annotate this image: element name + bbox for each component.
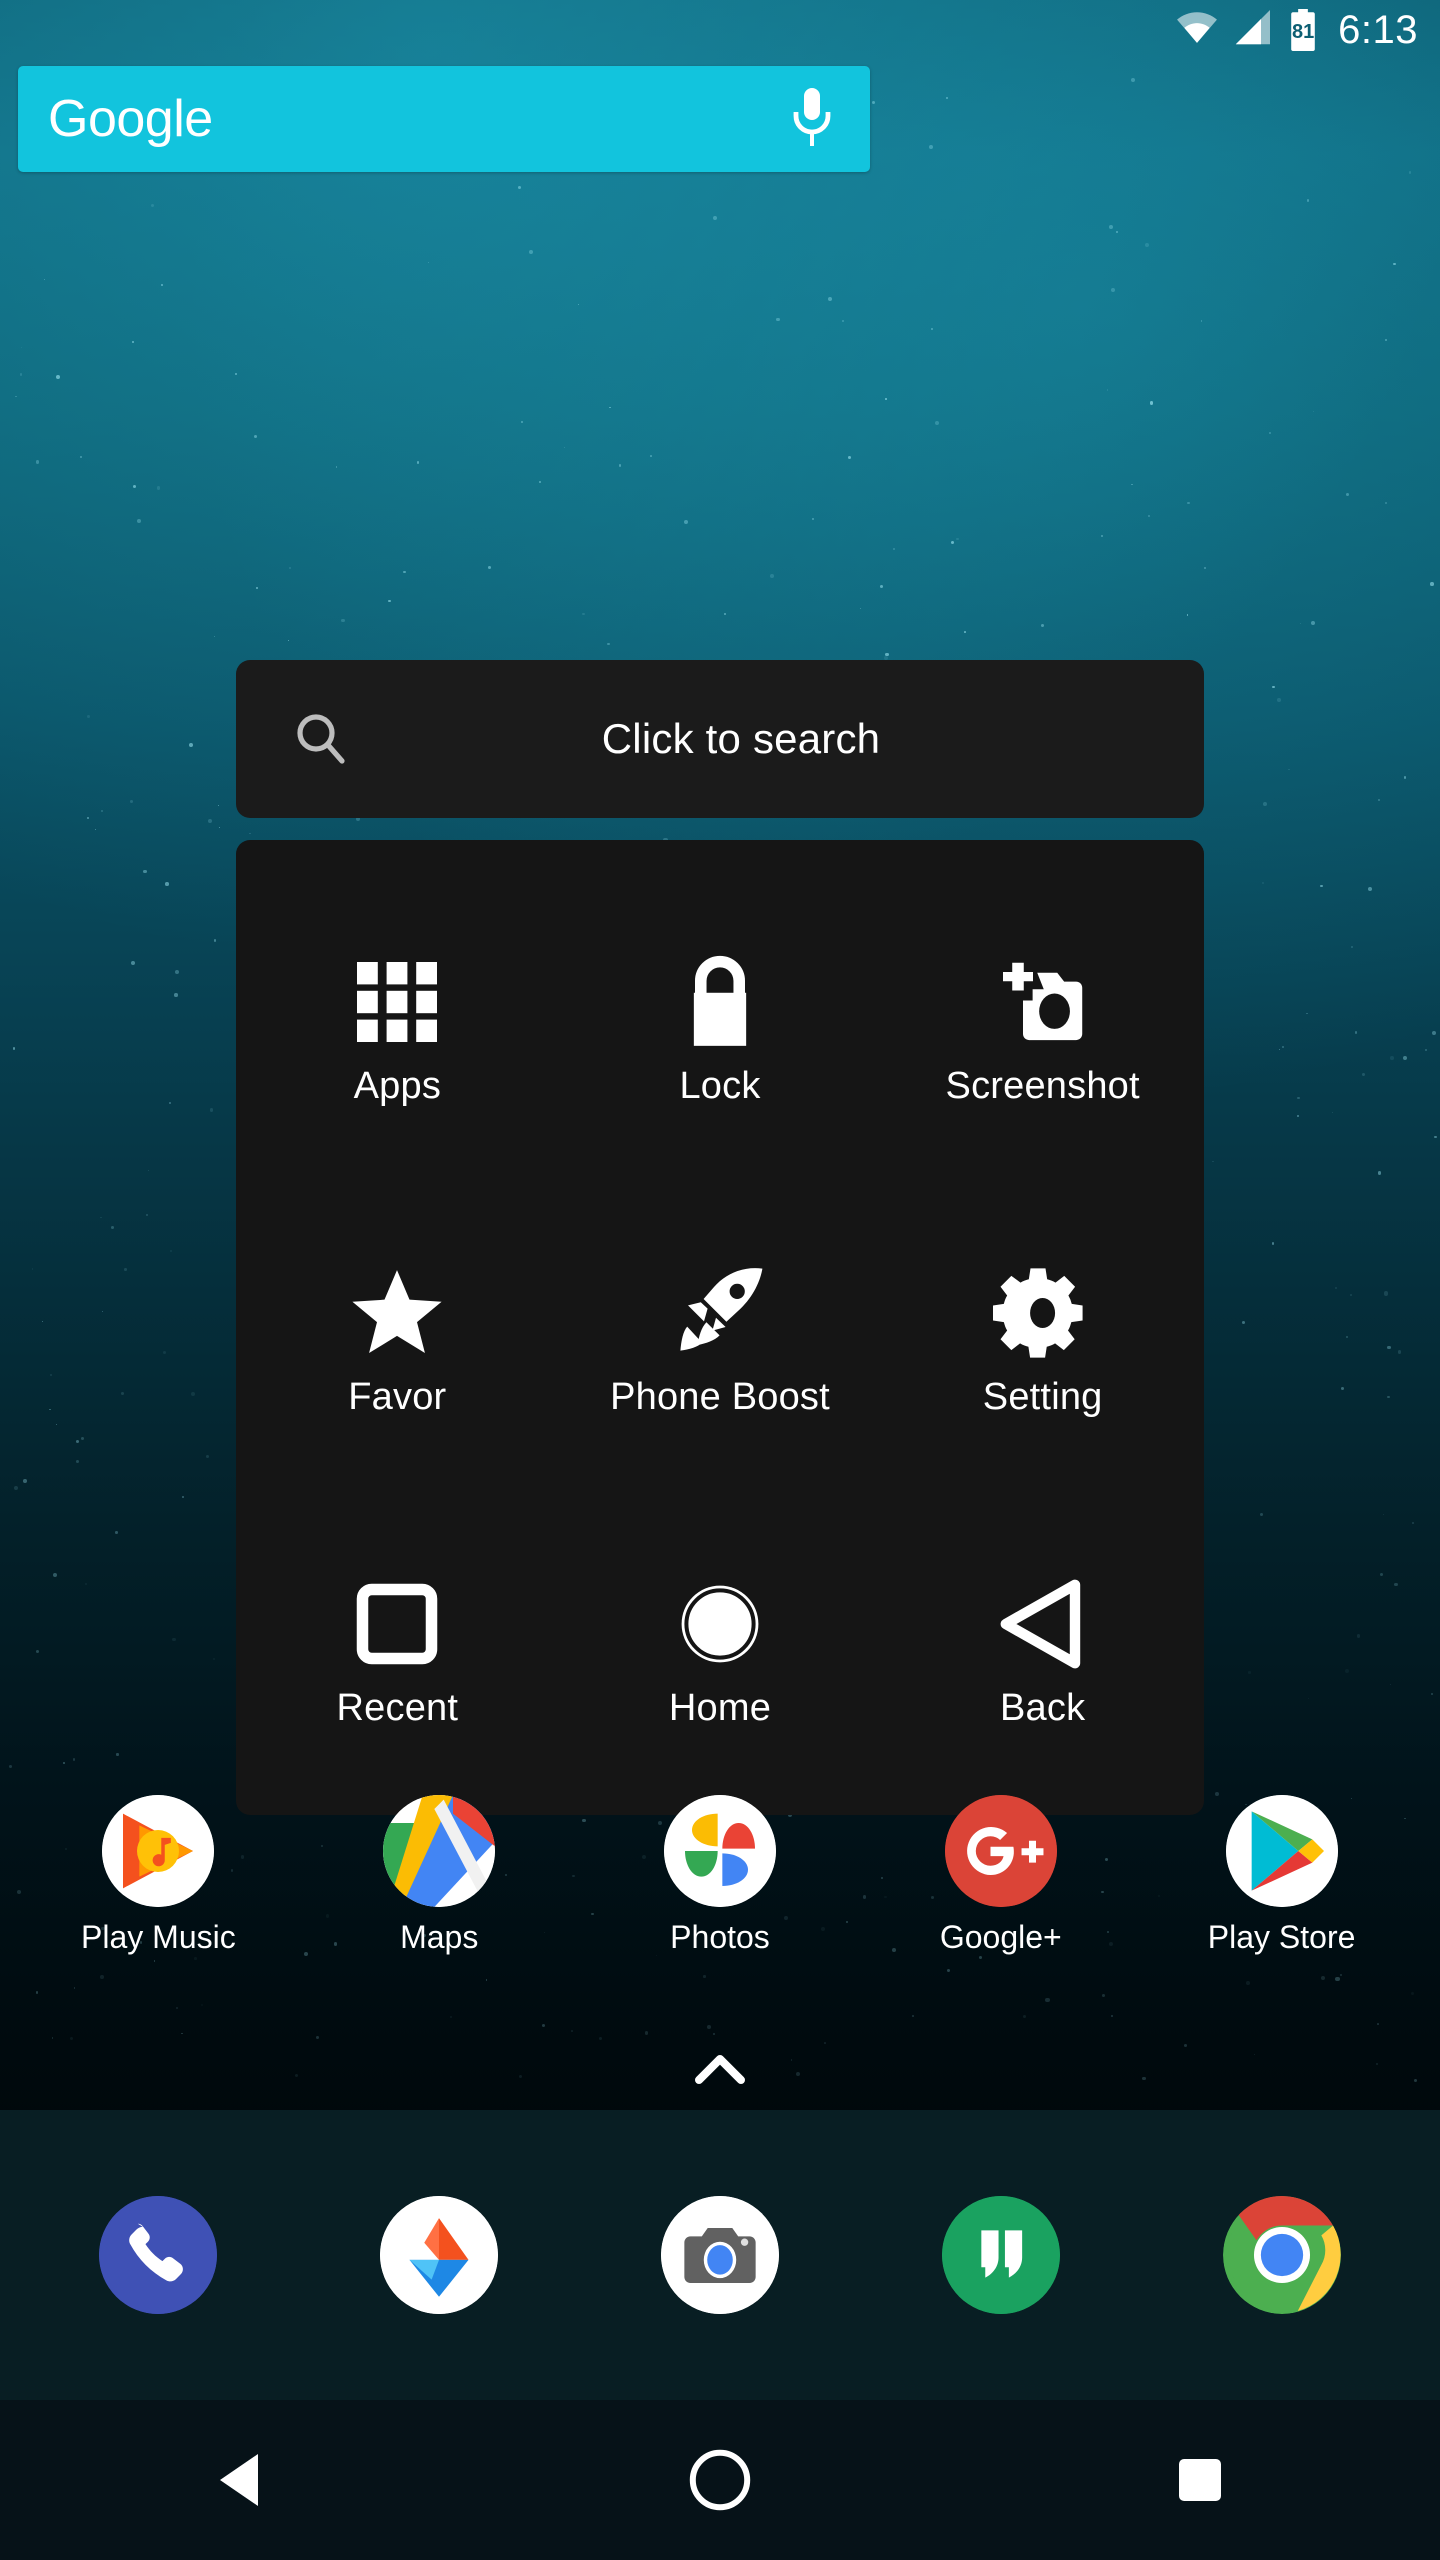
app-label: Play Store — [1207, 1919, 1356, 1955]
star-icon — [347, 1258, 447, 1368]
recents-square-icon[interactable] — [1140, 2420, 1260, 2540]
gear-icon — [992, 1258, 1093, 1368]
google-drive-icon[interactable] — [380, 2196, 499, 2314]
app-maps[interactable]: Maps — [319, 1795, 559, 1953]
square-outline-icon — [351, 1569, 443, 1679]
tile-apps[interactable]: Apps — [236, 870, 559, 1181]
back-triangle-icon[interactable] — [180, 2420, 300, 2540]
google-plus-icon — [944, 1795, 1057, 1907]
tile-recent[interactable]: Recent — [236, 1492, 559, 1803]
app-label: Play Music — [81, 1919, 236, 1955]
play-store-icon — [1225, 1795, 1338, 1907]
system-navigation-bar — [0, 2400, 1440, 2560]
rocket-icon — [668, 1258, 772, 1368]
tile-label: Home — [668, 1686, 772, 1729]
phone-icon[interactable] — [99, 2196, 218, 2314]
overlay-tile-grid: Apps Lock Screenshot Favor Phone Boost S… — [236, 840, 1204, 1815]
hangouts-icon[interactable] — [941, 2196, 1060, 2314]
app-photos[interactable]: Photos — [600, 1795, 840, 1953]
tile-setting[interactable]: Setting — [881, 1181, 1204, 1492]
google-photos-icon — [663, 1795, 776, 1907]
chrome-icon[interactable] — [1222, 2196, 1341, 2314]
tile-favor[interactable]: Favor — [236, 1181, 559, 1492]
tile-label: Apps — [353, 1064, 442, 1107]
app-play-music[interactable]: Play Music — [38, 1795, 278, 1953]
overlay-search-bar[interactable]: Click to search — [236, 660, 1204, 818]
camera-icon[interactable] — [660, 2196, 779, 2314]
circle-outline-icon — [672, 1569, 768, 1679]
google-search-widget[interactable]: Google — [18, 66, 870, 172]
tile-label: Favor — [348, 1375, 447, 1418]
app-google-plus[interactable]: Google+ — [881, 1795, 1121, 1953]
tile-label: Setting — [982, 1375, 1103, 1418]
tile-label: Lock — [679, 1064, 761, 1107]
tile-phone-boost[interactable]: Phone Boost — [559, 1181, 882, 1492]
dock — [0, 2110, 1440, 2400]
apps-grid-icon — [349, 947, 445, 1057]
cellular-signal-icon — [1232, 9, 1272, 51]
tile-home[interactable]: Home — [559, 1492, 882, 1803]
app-label: Maps — [400, 1919, 479, 1955]
google-wordmark: Google — [48, 90, 213, 148]
chevron-up-icon[interactable] — [693, 2052, 747, 2091]
tile-label: Back — [1000, 1686, 1086, 1729]
app-play-store[interactable]: Play Store — [1162, 1795, 1402, 1953]
status-bar-clock: 6:13 — [1338, 8, 1418, 52]
battery-percent-label: 81 — [1292, 21, 1315, 43]
play-music-icon — [102, 1795, 215, 1907]
tile-label: Recent — [336, 1686, 459, 1729]
status-bar: 81 6:13 — [0, 0, 1440, 60]
app-label: Photos — [670, 1919, 770, 1955]
camera-plus-icon — [993, 947, 1093, 1057]
padlock-icon — [672, 947, 768, 1057]
tile-back[interactable]: Back — [881, 1492, 1204, 1803]
tile-lock[interactable]: Lock — [559, 870, 882, 1181]
wifi-icon — [1176, 11, 1218, 49]
tile-label: Screenshot — [945, 1064, 1140, 1107]
home-app-row: Play Music Maps Photos Google+ Play Stor… — [0, 1795, 1440, 1953]
triangle-left-outline-icon — [993, 1569, 1093, 1679]
google-maps-icon — [383, 1795, 496, 1907]
magnifier-icon — [292, 709, 348, 770]
battery-icon: 81 — [1286, 9, 1320, 51]
app-label: Google+ — [939, 1919, 1062, 1955]
microphone-icon[interactable] — [790, 86, 834, 153]
overlay-search-hint: Click to search — [601, 715, 881, 762]
app-drawer-handle[interactable] — [0, 2052, 1440, 2091]
tile-label: Phone Boost — [610, 1375, 830, 1418]
home-circle-icon[interactable] — [660, 2420, 780, 2540]
tile-screenshot[interactable]: Screenshot — [881, 870, 1204, 1181]
